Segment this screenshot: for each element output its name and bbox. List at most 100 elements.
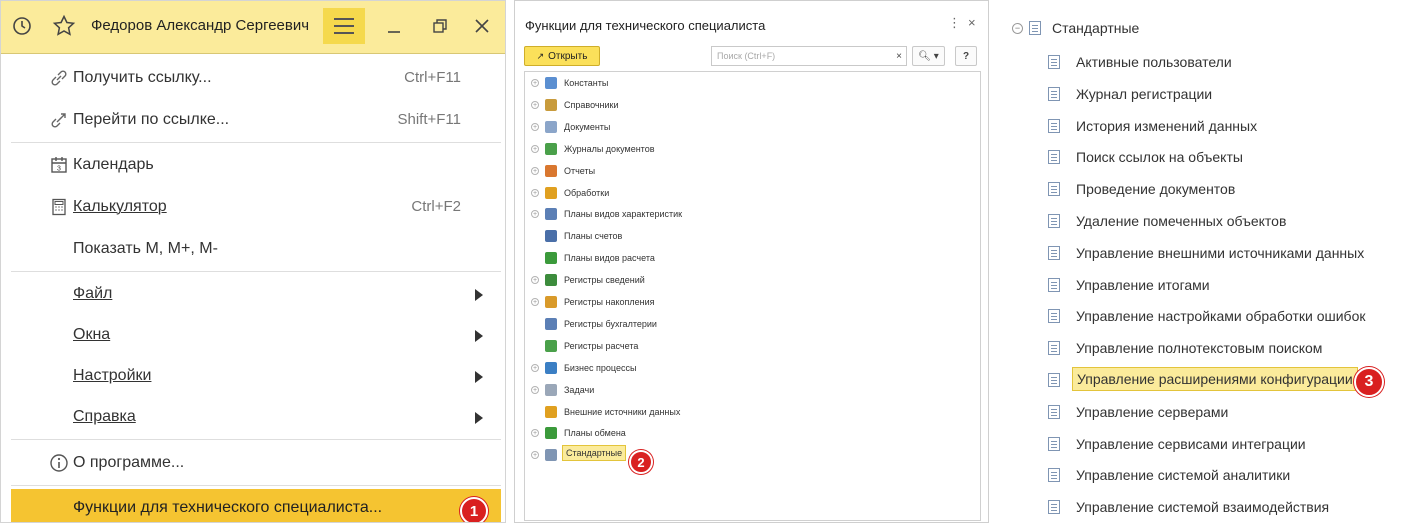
standard-function-label: Управление полнотекстовым поиском (1076, 340, 1323, 357)
standard-function-label: Управление системой взаимодействия (1076, 499, 1330, 516)
group-title: Стандартные (1052, 20, 1140, 36)
clear-search-icon[interactable]: × (893, 49, 905, 63)
menu-item-label: Файл (73, 285, 113, 302)
menu-item-settings[interactable]: Настройки (11, 355, 501, 397)
tree-item-icon (545, 142, 557, 155)
standard-function-label: Активные пользователи (1076, 54, 1232, 70)
tree-item-icon (545, 120, 557, 133)
expand-icon[interactable]: + (531, 188, 539, 197)
expand-icon[interactable]: + (531, 122, 539, 131)
processing-icon (1048, 86, 1060, 101)
expand-icon[interactable]: + (531, 385, 539, 394)
tree-item-icon (545, 296, 557, 308)
tree-item-label: Планы видов характеристик (564, 209, 683, 220)
window-title: Функции для технического специалиста (525, 18, 766, 33)
menu-item-label: Функции для технического специалиста... (73, 499, 383, 516)
expand-icon[interactable]: + (531, 276, 539, 285)
calendar-day-number: 3 (57, 166, 61, 173)
expand-icon[interactable]: + (531, 166, 539, 175)
expand-icon[interactable]: + (531, 210, 539, 219)
tree-item-label: Внешние источники данных (564, 406, 681, 417)
user-name[interactable]: Федоров Александр Сергеевич (91, 17, 309, 34)
calculator-icon (47, 195, 71, 219)
menu-item-label: Показать M, M+, M- (73, 240, 218, 257)
menu-item-windows[interactable]: Окна (11, 314, 501, 356)
menu-item-calendar[interactable]: 3 Календарь (11, 144, 501, 186)
close-window-icon[interactable]: × (968, 15, 976, 30)
standard-function-label: История изменений данных (1076, 117, 1258, 134)
tech-functions-window: Функции для технического специалиста ⋮ ×… (514, 0, 989, 523)
group-icon (1029, 21, 1041, 35)
tree-item-icon (545, 186, 557, 199)
open-button[interactable]: ↗ Открыть (524, 46, 600, 66)
menu-item-calculator[interactable]: Калькулятор Ctrl+F2 (11, 186, 501, 228)
menu-separator (11, 485, 501, 486)
tree-item-label: Справочники (564, 99, 619, 110)
restore-icon[interactable] (427, 13, 453, 39)
expand-icon[interactable]: + (531, 100, 539, 109)
tree-item-icon (545, 361, 557, 374)
standard-function-label: Журнал регистрации (1076, 85, 1213, 102)
expand-icon[interactable]: + (531, 363, 539, 372)
minimize-icon[interactable] (381, 13, 407, 39)
tree-item-label: Планы видов расчета (564, 253, 655, 264)
expand-icon[interactable]: + (531, 429, 539, 438)
main-menu-button[interactable] (323, 8, 365, 44)
tree-item-icon (545, 98, 557, 111)
menu-item-label: Справка (73, 408, 136, 425)
menu-item-get-link[interactable]: Получить ссылку... Ctrl+F11 (11, 57, 501, 99)
tree-item-icon (545, 274, 557, 287)
standard-function-label: Управление системой аналитики (1076, 467, 1291, 484)
tree-item-label: Регистры расчета (564, 340, 639, 351)
standard-function-label: Управление настройками обработки ошибок (1076, 308, 1366, 325)
menu-separator (11, 271, 501, 272)
tree-item-icon (545, 77, 557, 89)
expand-icon[interactable]: + (531, 298, 539, 306)
menu-item-file[interactable]: Файл (11, 273, 501, 315)
standard-function-label: Поиск ссылок на объекты (1076, 149, 1243, 166)
standard-function-label: Удаление помеченных объектов (1076, 213, 1287, 229)
title-bar: Федоров Александр Сергеевич (1, 1, 505, 54)
menu-item-show-memory[interactable]: Показать M, M+, M- (11, 228, 501, 270)
tree-item-icon (545, 317, 557, 330)
tree-item-label: Отчеты (564, 165, 596, 176)
info-icon (47, 451, 71, 475)
help-button[interactable]: ? (955, 46, 977, 66)
menu-item-label: Настройки (73, 367, 152, 384)
tree-item-icon (545, 383, 557, 396)
menu-item-help[interactable]: Справка (11, 396, 501, 438)
main-menu-panel: Федоров Александр Сергеевич Получить ссы… (0, 0, 506, 523)
processing-icon (1048, 309, 1060, 324)
menu-item-tech-functions[interactable]: Функции для технического специалиста... (11, 489, 501, 522)
tree-item-label: Регистры накопления (564, 297, 655, 307)
expand-icon[interactable]: + (531, 79, 539, 87)
more-actions-icon[interactable]: ⋮ (948, 15, 961, 31)
processing-icon (1048, 277, 1060, 292)
menu-item-about[interactable]: О программе... (11, 442, 501, 484)
menu-item-shortcut: Ctrl+F11 (404, 69, 461, 86)
calendar-icon: 3 (47, 153, 71, 177)
standard-function-label: Управление итогами (1076, 276, 1210, 293)
expand-icon[interactable]: + (531, 144, 539, 153)
close-icon[interactable] (469, 13, 495, 39)
standard-function-label: Управление расширениями конфигурации (1072, 367, 1358, 391)
menu-item-label: Календарь (73, 156, 154, 173)
tree-item-icon (545, 230, 557, 243)
step-badge-1: 1 (460, 497, 488, 522)
submenu-arrow-icon (475, 371, 483, 383)
processing-icon (1048, 341, 1060, 356)
submenu-arrow-icon (475, 289, 483, 301)
collapse-icon[interactable]: − (1012, 23, 1023, 34)
search-button[interactable]: 🔍︎ ▾ (912, 46, 945, 66)
link-icon (47, 66, 71, 90)
expand-icon[interactable]: + (531, 451, 539, 460)
tree-item-icon (545, 427, 557, 440)
tree-item-label: Планы счетов (564, 231, 623, 242)
menu-item-follow-link[interactable]: Перейти по ссылке... Shift+F11 (11, 99, 501, 141)
history-icon[interactable] (9, 13, 35, 39)
favorites-star-icon[interactable] (51, 13, 77, 39)
search-input[interactable]: Поиск (Ctrl+F) (711, 46, 907, 66)
menu-item-label: Перейти по ссылке... (73, 111, 230, 128)
processing-icon (1048, 436, 1060, 451)
tree-item-icon (545, 208, 557, 221)
